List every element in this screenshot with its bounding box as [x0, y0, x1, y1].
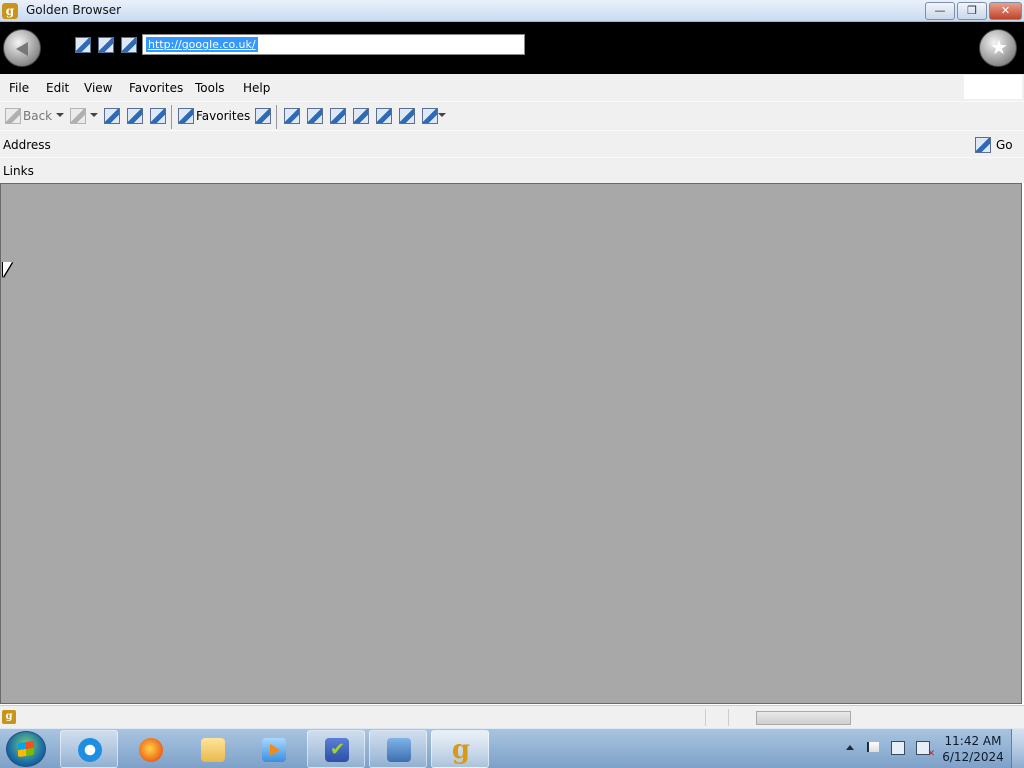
image-icon[interactable]: [121, 37, 137, 53]
discuss-icon[interactable]: [353, 108, 369, 124]
image-icon[interactable]: [98, 37, 114, 53]
windows-taskbar: g 11:42 AM 6/12/2024: [0, 728, 1024, 768]
restore-button[interactable]: ❐: [957, 2, 987, 20]
taskbar-firefox[interactable]: [121, 730, 179, 768]
url-text-selected[interactable]: http://google.co.uk/: [146, 37, 258, 52]
status-bar: g: [0, 705, 1024, 728]
back-orb-icon[interactable]: [3, 29, 41, 67]
stop-icon[interactable]: [104, 108, 120, 124]
menu-file[interactable]: File: [9, 81, 29, 95]
window-title: Golden Browser: [26, 3, 122, 17]
menu-help[interactable]: Help: [243, 81, 270, 95]
taskbar-network-app[interactable]: [369, 730, 427, 768]
menu-bar: File Edit View Favorites Tools Help: [0, 74, 1024, 101]
clock-time: 11:42 AM: [944, 734, 1002, 748]
media-player-icon: [262, 738, 286, 762]
firefox-icon: [139, 738, 163, 762]
menu-view[interactable]: View: [84, 81, 112, 95]
back-button[interactable]: Back: [23, 109, 52, 123]
golden-browser-app-icon: g: [2, 3, 18, 19]
image-icon[interactable]: [75, 37, 91, 53]
taskbar-media-player[interactable]: [244, 730, 302, 768]
taskbar-internet-explorer[interactable]: [60, 730, 118, 768]
links-bar: Links: [0, 157, 1024, 183]
show-hidden-icons-icon[interactable]: [846, 745, 854, 750]
page-content-area[interactable]: [0, 183, 1022, 704]
file-explorer-icon: [201, 738, 225, 762]
links-label[interactable]: Links: [3, 164, 34, 178]
clock-date: 6/12/2024: [942, 750, 1004, 764]
back-icon[interactable]: [5, 108, 21, 124]
menu-edit[interactable]: Edit: [46, 81, 69, 95]
toolbar-separator: [171, 105, 172, 129]
go-icon[interactable]: [975, 137, 991, 153]
title-bar: g Golden Browser — ❐ ✕: [0, 0, 1024, 22]
history-icon[interactable]: [255, 108, 271, 124]
taskbar-checklist-app[interactable]: [307, 730, 365, 768]
toolbar-separator: [276, 105, 277, 129]
url-input[interactable]: http://google.co.uk/: [142, 34, 525, 55]
show-desktop-button[interactable]: [1011, 729, 1024, 768]
forward-icon[interactable]: [70, 108, 86, 124]
menu-bar-spacer: [964, 75, 1022, 99]
messenger-icon[interactable]: [399, 108, 415, 124]
internet-explorer-icon: [78, 738, 102, 762]
print-icon[interactable]: [307, 108, 323, 124]
more-tools-dropdown-icon[interactable]: [438, 113, 446, 117]
command-toolbar: Back Favorites: [0, 101, 1024, 130]
status-page-icon: g: [2, 710, 16, 724]
home-icon[interactable]: [150, 108, 166, 124]
research-icon[interactable]: [376, 108, 392, 124]
mail-icon[interactable]: [284, 108, 300, 124]
mouse-cursor-icon: [3, 262, 12, 277]
menu-favorites[interactable]: Favorites: [129, 81, 183, 95]
network-app-icon: [387, 738, 411, 762]
checklist-app-icon: [325, 738, 349, 762]
forward-dropdown-icon[interactable]: [90, 113, 98, 117]
more-tools-icon[interactable]: [422, 108, 438, 124]
address-label: Address: [3, 138, 51, 152]
status-separator: [705, 709, 706, 726]
network-icon[interactable]: [891, 741, 905, 755]
taskbar-file-explorer[interactable]: [183, 730, 241, 768]
address-bar: Address Go: [0, 130, 1024, 157]
back-dropdown-icon[interactable]: [56, 113, 64, 117]
close-button[interactable]: ✕: [989, 2, 1022, 20]
go-button[interactable]: Go: [996, 138, 1013, 152]
progress-bar: [756, 711, 851, 725]
refresh-icon[interactable]: [127, 108, 143, 124]
system-clock[interactable]: 11:42 AM 6/12/2024: [940, 733, 1006, 765]
status-separator: [728, 709, 729, 726]
favorites-icon[interactable]: [178, 108, 194, 124]
taskbar-golden-browser[interactable]: g: [431, 730, 489, 768]
volume-muted-icon[interactable]: [916, 741, 935, 759]
golden-browser-icon: g: [451, 735, 471, 765]
edit-icon[interactable]: [330, 108, 346, 124]
minimize-button[interactable]: —: [925, 2, 955, 20]
action-center-flag-icon[interactable]: [867, 742, 879, 752]
menu-tools[interactable]: Tools: [195, 81, 225, 95]
favorites-button[interactable]: Favorites: [196, 109, 250, 123]
favorites-star-icon[interactable]: [979, 29, 1018, 67]
start-orb-icon[interactable]: [6, 731, 46, 767]
